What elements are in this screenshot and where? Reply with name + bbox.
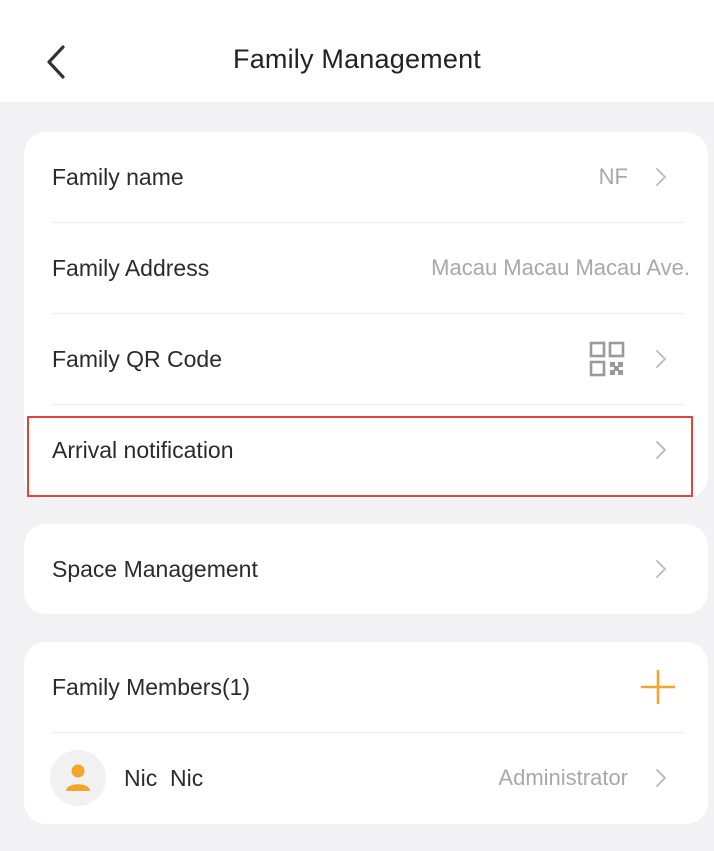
family-members-card: Family Members(1) Nic Nic Administrator [24,642,708,824]
family-name-value: NF [598,164,628,189]
space-management-card: Space Management [24,524,708,614]
family-qr-row[interactable]: Family QR Code [24,314,708,404]
space-management-label: Space Management [52,555,258,582]
family-name-row[interactable]: Family name NF [24,132,708,222]
top-bar: Family Management [0,0,714,102]
chevron-right-icon [654,558,668,580]
family-address-row[interactable]: Family Address Macau Macau Macau Ave. [24,223,708,313]
member-row[interactable]: Nic Nic Administrator [24,733,708,823]
family-qr-label: Family QR Code [52,345,222,372]
chevron-right-icon [654,439,668,461]
arrival-notification-row[interactable]: Arrival notification [24,405,708,495]
member-name: Nic Nic [124,764,204,791]
arrival-notification-label: Arrival notification [52,436,234,463]
page-title: Family Management [233,44,481,74]
family-name-label: Family name [52,163,184,190]
qr-code-icon [589,341,625,377]
user-avatar-icon [50,750,106,806]
family-address-label: Family Address [52,254,210,281]
family-info-card: Family name NF Family Address Macau Maca… [24,132,708,498]
content-area: Family name NF Family Address Macau Maca… [0,102,714,851]
chevron-right-icon [654,166,668,188]
space-management-row[interactable]: Space Management [24,524,708,614]
chevron-right-icon [654,767,668,789]
family-address-value: Macau Macau Macau Ave. [431,255,690,280]
member-role: Administrator [498,765,628,790]
chevron-right-icon [654,348,668,370]
family-members-label: Family Members(1) [52,673,251,700]
plus-icon[interactable] [640,669,676,705]
family-members-header: Family Members(1) [24,642,708,732]
